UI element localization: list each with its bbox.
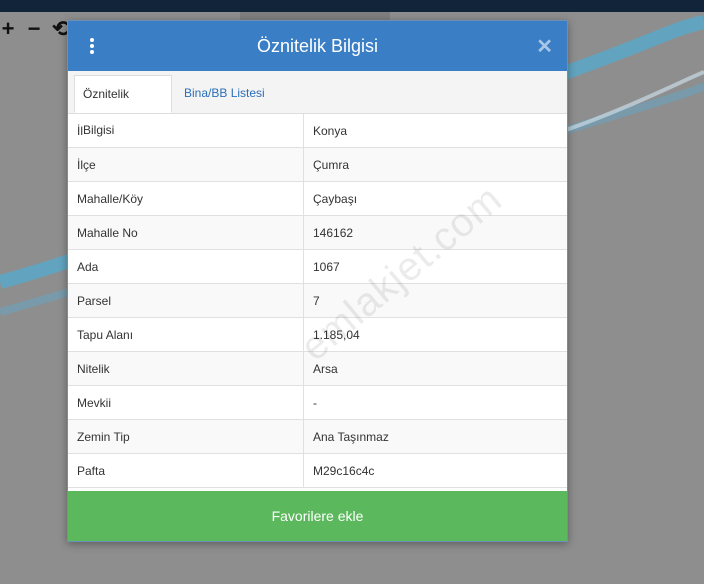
table-row: Zemin Tip Ana Taşınmaz: [68, 419, 567, 454]
zoom-in-button[interactable]: +: [0, 18, 16, 40]
table-row: Parsel 7: [68, 283, 567, 318]
dialog-tabs: Öznitelik Bilgisi Bina/BB Listesi: [68, 71, 567, 137]
table-row: Mahalle No 146162: [68, 215, 567, 250]
row-value: Çaybaşı: [303, 181, 567, 216]
rotate-button[interactable]: ⟲: [52, 18, 70, 40]
row-value: -: [303, 385, 567, 420]
table-row: Ada 1067: [68, 249, 567, 284]
table-row: Nitelik Arsa: [68, 351, 567, 386]
row-value: Çumra: [303, 147, 567, 182]
row-value: Arsa: [303, 351, 567, 386]
row-key: Nitelik: [68, 351, 304, 386]
attribute-table: İl Konya İlçe Çumra Mahalle/Köy Çaybaşı …: [68, 114, 567, 488]
row-key: Zemin Tip: [68, 419, 304, 454]
dialog-title: Öznitelik Bilgisi: [256, 35, 379, 56]
row-value: 7: [303, 283, 567, 318]
top-bar: [0, 0, 704, 12]
row-key: Pafta: [68, 453, 304, 488]
zoom-out-button[interactable]: −: [26, 18, 42, 40]
attribute-dialog: Öznitelik Bilgisi ✕ Öznitelik Bilgisi Bi…: [67, 20, 568, 542]
row-value: 1067: [303, 249, 567, 284]
table-row: Mevkii -: [68, 385, 567, 420]
row-key: Mahalle/Köy: [68, 181, 304, 216]
table-row: Mahalle/Köy Çaybaşı: [68, 181, 567, 216]
row-value: Konya: [303, 114, 567, 148]
table-row: İl Konya: [68, 114, 567, 148]
tab-attribute-info[interactable]: Öznitelik Bilgisi: [74, 75, 172, 137]
row-key: Parsel: [68, 283, 304, 318]
row-key: Tapu Alanı: [68, 317, 304, 352]
row-value: 146162: [303, 215, 567, 250]
row-value: 1.185,04: [303, 317, 567, 352]
row-value: M29c16c4c: [303, 453, 567, 488]
table-row: Tapu Alanı 1.185,04: [68, 317, 567, 352]
table-row: Pafta M29c16c4c: [68, 453, 567, 488]
add-to-favorites-button[interactable]: Favorilere ekle: [68, 491, 567, 541]
close-icon[interactable]: ✕: [536, 34, 553, 59]
row-key: Ada: [68, 249, 304, 284]
dialog-header: Öznitelik Bilgisi ✕: [68, 21, 567, 71]
more-options-icon[interactable]: [88, 37, 96, 55]
row-key: Mevkii: [68, 385, 304, 420]
tab-building-list[interactable]: Bina/BB Listesi: [176, 75, 273, 113]
row-value: Ana Taşınmaz: [303, 419, 567, 454]
row-key: İlçe: [68, 147, 304, 182]
row-key: Mahalle No: [68, 215, 304, 250]
map-zoom-controls: + − ⟲: [0, 18, 71, 40]
table-row: İlçe Çumra: [68, 147, 567, 182]
